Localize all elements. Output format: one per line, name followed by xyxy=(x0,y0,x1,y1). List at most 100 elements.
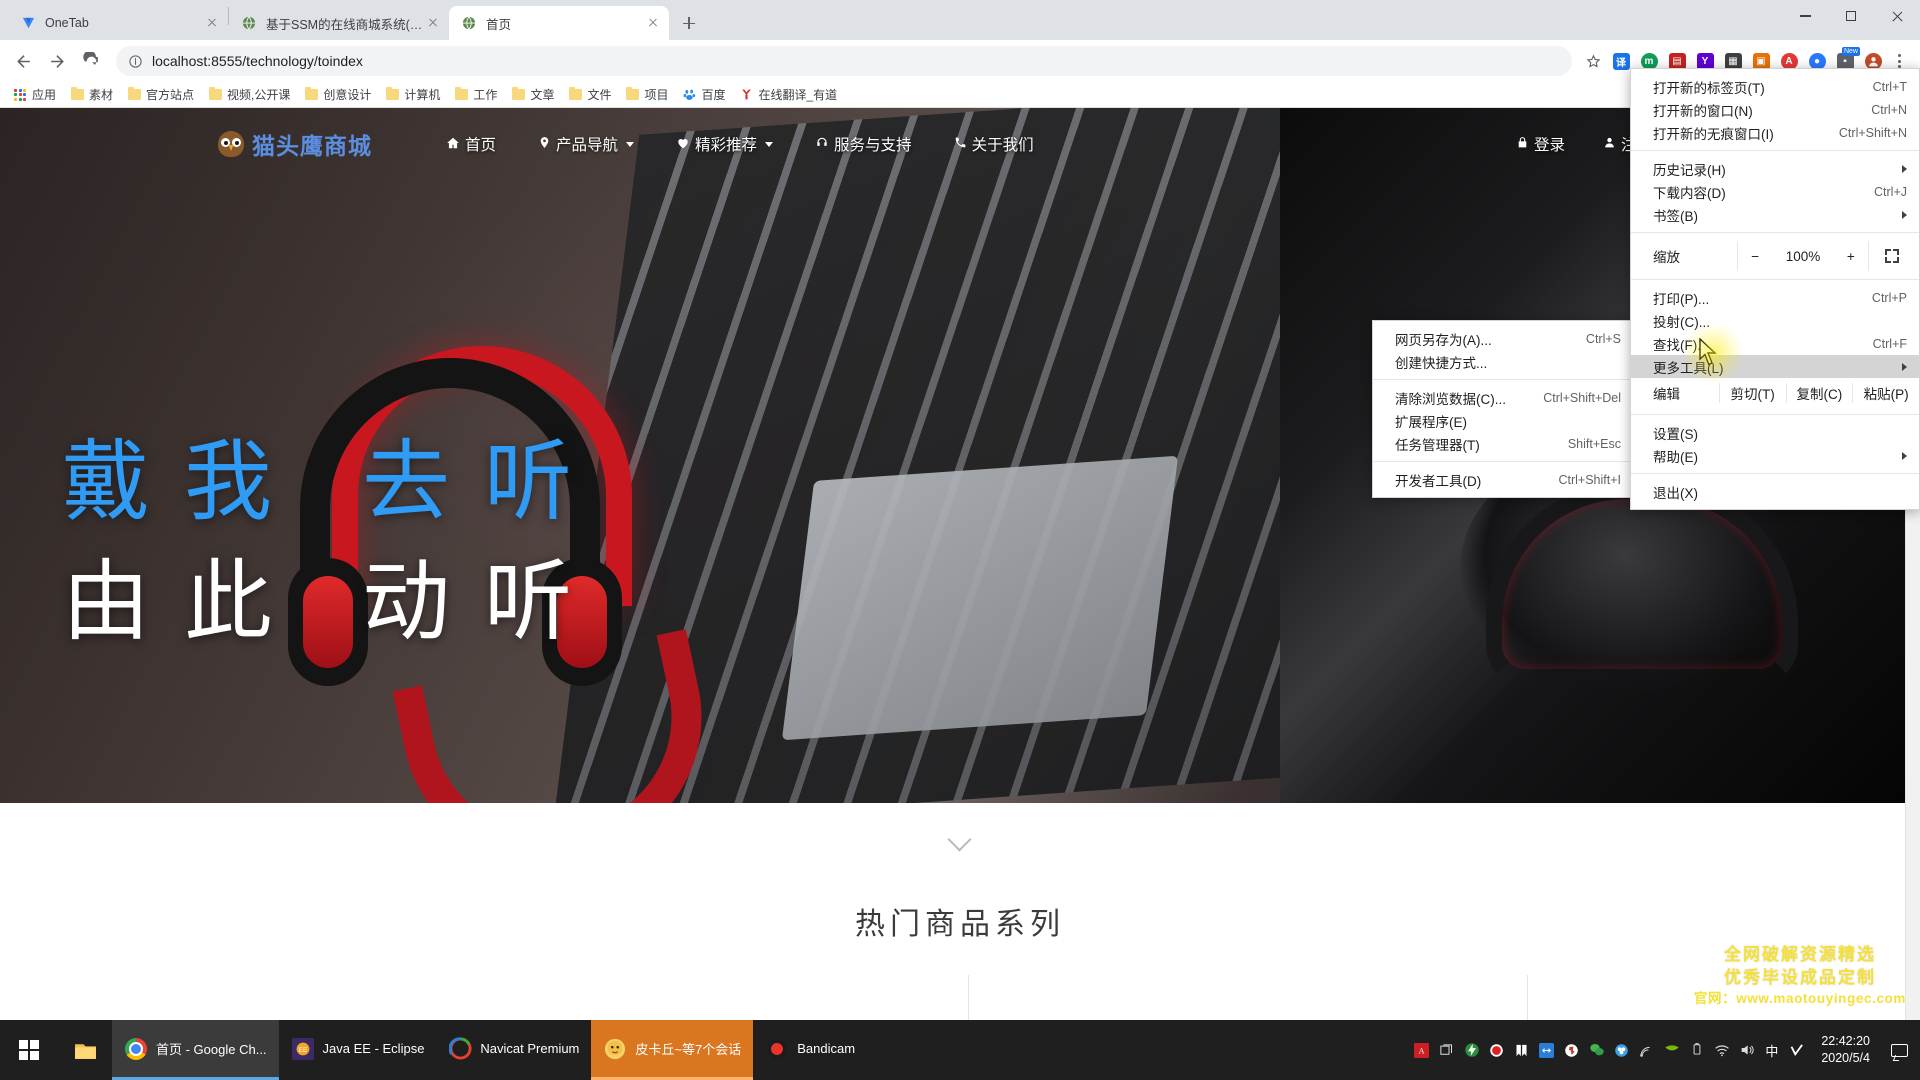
file-explorer-icon[interactable] xyxy=(58,1020,112,1080)
tab-close-icon[interactable] xyxy=(645,15,661,31)
menu-item-find[interactable]: 查找(F)... Ctrl+F xyxy=(1631,332,1919,355)
chevron-down-icon[interactable] xyxy=(947,825,973,851)
menu-item-clear-browsing-data[interactable]: 清除浏览数据(C)... Ctrl+Shift+Del xyxy=(1373,386,1633,409)
bookmark-video-courses[interactable]: 视频,公开课 xyxy=(201,84,297,106)
bookmark-apps[interactable]: 应用 xyxy=(6,84,63,106)
bookmark-label: 文件 xyxy=(587,88,612,102)
menu-item-exit[interactable]: 退出(X) xyxy=(1631,480,1919,503)
paste-button[interactable]: 粘贴(P) xyxy=(1852,383,1919,403)
chrome-sync-icon[interactable] xyxy=(1609,1020,1634,1080)
site-logo[interactable]: 猫头鹰商城 xyxy=(218,127,372,161)
taskbar-item-bandicam[interactable]: Bandicam xyxy=(753,1020,867,1080)
nav-item-recommendations[interactable]: 精彩推荐 xyxy=(676,133,774,155)
tab-title: 首页 xyxy=(486,17,512,32)
security-icon[interactable] xyxy=(1784,1020,1809,1080)
menu-item-task-manager[interactable]: 任务管理器(T) Shift+Esc xyxy=(1373,432,1633,455)
browser-tab-onetab[interactable]: OneTab xyxy=(8,6,228,40)
copy-button[interactable]: 复制(C) xyxy=(1785,383,1853,403)
nav-item-product-nav[interactable]: 产品导航 xyxy=(538,133,635,155)
menu-label: 查找(F)... xyxy=(1653,337,1709,353)
menu-item-history[interactable]: 历史记录(H) xyxy=(1631,157,1919,180)
menu-label: 打开新的标签页(T) xyxy=(1653,80,1765,96)
nav-item-about-us[interactable]: 关于我们 xyxy=(954,133,1034,155)
tab-close-icon[interactable] xyxy=(204,15,220,31)
bookmark-files[interactable]: 文件 xyxy=(561,84,618,106)
menu-item-more-tools[interactable]: 更多工具(L) xyxy=(1631,355,1919,378)
notification-icon[interactable] xyxy=(1882,1020,1916,1080)
menu-item-create-shortcut[interactable]: 创建快捷方式... xyxy=(1373,350,1633,373)
kugou-icon[interactable] xyxy=(1559,1020,1584,1080)
tab-close-icon[interactable] xyxy=(425,15,441,31)
volume-icon[interactable] xyxy=(1734,1020,1759,1080)
bookmark-youdao-translate[interactable]: 在线翻译_有道 xyxy=(733,84,845,106)
bookmark-creative-design[interactable]: 创意设计 xyxy=(297,84,378,106)
menu-item-settings[interactable]: 设置(S) xyxy=(1631,421,1919,444)
bookmark-suchai[interactable]: 素材 xyxy=(63,84,120,106)
browser-tab-home[interactable]: 首页 xyxy=(449,6,669,40)
windows-start-icon[interactable] xyxy=(0,1020,58,1080)
login-button[interactable]: 登录 xyxy=(1516,133,1565,155)
address-bar[interactable]: localhost:8555/technology/toindex xyxy=(116,46,1572,76)
close-window-button[interactable] xyxy=(1874,0,1920,32)
menu-item-developer-tools[interactable]: 开发者工具(D) Ctrl+Shift+I xyxy=(1373,468,1633,491)
menu-item-save-page[interactable]: 网页另存为(A)... Ctrl+S xyxy=(1373,327,1633,350)
maximize-button[interactable] xyxy=(1828,0,1874,32)
bookmark-work[interactable]: 工作 xyxy=(447,84,504,106)
menu-item-cast[interactable]: 投射(C)... xyxy=(1631,309,1919,332)
menu-accel: Shift+Esc xyxy=(1567,436,1621,451)
clock-date: 2020/5/4 xyxy=(1821,1051,1870,1065)
zoom-in-button[interactable]: + xyxy=(1847,249,1855,264)
taskbar-item-navicat[interactable]: Navicat Premium xyxy=(436,1020,591,1080)
forward-button[interactable] xyxy=(42,46,72,76)
bookmark-projects[interactable]: 项目 xyxy=(618,84,675,106)
bookmark-computer[interactable]: 计算机 xyxy=(378,84,447,106)
bookmark-baidu[interactable]: 百度 xyxy=(675,84,732,106)
menu-item-new-window[interactable]: 打开新的窗口(N) Ctrl+N xyxy=(1631,98,1919,121)
fullscreen-icon[interactable] xyxy=(1869,249,1915,263)
bookmark-label: 视频,公开课 xyxy=(227,88,291,102)
bookmark-official-sites[interactable]: 官方站点 xyxy=(120,84,201,106)
taskbar-clock[interactable]: 22:42:20 2020/5/4 xyxy=(1809,1033,1882,1067)
menu-item-bookmarks[interactable]: 书签(B) xyxy=(1631,203,1919,226)
minimize-button[interactable] xyxy=(1782,0,1828,32)
wifi-icon[interactable] xyxy=(1709,1020,1734,1080)
svg-text:EE: EE xyxy=(298,1046,307,1053)
zoom-out-button[interactable]: − xyxy=(1751,249,1759,264)
bookmark-articles[interactable]: 文章 xyxy=(504,84,561,106)
reload-button[interactable] xyxy=(76,46,106,76)
login-label: 登录 xyxy=(1533,137,1565,154)
nvidia-icon[interactable] xyxy=(1659,1020,1684,1080)
taskbar-item-qq[interactable]: 皮卡丘~等7个会话 xyxy=(591,1020,754,1080)
adobe-icon[interactable]: A xyxy=(1409,1020,1434,1080)
satellite-icon[interactable] xyxy=(1634,1020,1659,1080)
menu-item-new-incognito-window[interactable]: 打开新的无痕窗口(I) Ctrl+Shift+N xyxy=(1631,121,1919,144)
nav-item-service-support[interactable]: 服务与支持 xyxy=(815,133,912,155)
chrome-icon xyxy=(124,1037,148,1061)
menu-item-downloads[interactable]: 下载内容(D) Ctrl+J xyxy=(1631,180,1919,203)
nav-label: 服务与支持 xyxy=(834,137,912,154)
thunder-icon[interactable] xyxy=(1459,1020,1484,1080)
menu-item-new-tab[interactable]: 打开新的标签页(T) Ctrl+T xyxy=(1631,75,1919,98)
menu-item-print[interactable]: 打印(P)... Ctrl+P xyxy=(1631,286,1919,309)
star-icon[interactable] xyxy=(1580,48,1606,74)
swap-icon[interactable] xyxy=(1534,1020,1559,1080)
task-view-icon[interactable] xyxy=(1434,1020,1459,1080)
ime-chinese-icon[interactable]: 中 xyxy=(1759,1020,1784,1080)
menu-item-extensions[interactable]: 扩展程序(E) xyxy=(1373,409,1633,432)
menu-item-help[interactable]: 帮助(E) xyxy=(1631,444,1919,467)
wechat-icon[interactable] xyxy=(1584,1020,1609,1080)
taskbar-item-chrome[interactable]: 首页 - Google Ch... xyxy=(112,1020,279,1080)
cut-button[interactable]: 剪切(T) xyxy=(1718,383,1786,403)
browser-tab-ssm[interactable]: 基于SSM的在线商城系统(最新) xyxy=(229,6,449,40)
taskbar-item-eclipse[interactable]: EE Java EE - Eclipse xyxy=(279,1020,437,1080)
usb-eject-icon[interactable] xyxy=(1684,1020,1709,1080)
menu-label: 下载内容(D) xyxy=(1653,185,1726,201)
record-icon[interactable] xyxy=(1484,1020,1509,1080)
info-circle-icon[interactable] xyxy=(128,54,143,69)
new-tab-button[interactable] xyxy=(675,9,703,37)
nav-item-home[interactable]: 首页 xyxy=(446,133,496,155)
back-button[interactable] xyxy=(8,46,38,76)
apps-grid-icon xyxy=(13,88,27,102)
folder-icon xyxy=(625,86,639,102)
bandizip-icon[interactable] xyxy=(1509,1020,1534,1080)
